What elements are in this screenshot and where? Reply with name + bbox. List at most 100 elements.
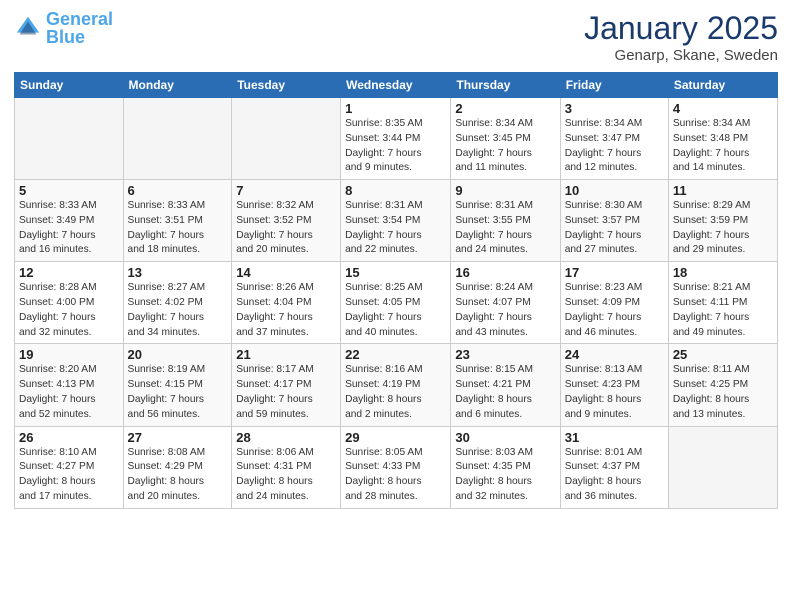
day-info: Sunrise: 8:19 AMSunset: 4:15 PMDaylight:…	[128, 363, 228, 422]
day-info: Sunrise: 8:23 AMSunset: 4:09 PMDaylight:…	[565, 281, 664, 340]
day-cell-4-6: 24Sunrise: 8:13 AMSunset: 4:23 PMDayligh…	[560, 344, 668, 426]
day-info: Sunrise: 8:31 AMSunset: 3:54 PMDaylight:…	[345, 199, 446, 258]
week-row-2: 5Sunrise: 8:33 AMSunset: 3:49 PMDaylight…	[15, 180, 778, 262]
header: General Blue January 2025 Genarp, Skane,…	[14, 10, 778, 64]
day-number: 2	[455, 101, 555, 116]
day-cell-5-6: 31Sunrise: 8:01 AMSunset: 4:37 PMDayligh…	[560, 426, 668, 508]
day-cell-1-7: 4Sunrise: 8:34 AMSunset: 3:48 PMDaylight…	[668, 98, 777, 180]
title-block: January 2025 Genarp, Skane, Sweden	[584, 10, 778, 64]
day-cell-1-6: 3Sunrise: 8:34 AMSunset: 3:47 PMDaylight…	[560, 98, 668, 180]
day-info: Sunrise: 8:15 AMSunset: 4:21 PMDaylight:…	[455, 363, 555, 422]
day-info: Sunrise: 8:34 AMSunset: 3:48 PMDaylight:…	[673, 117, 773, 176]
day-cell-3-4: 15Sunrise: 8:25 AMSunset: 4:05 PMDayligh…	[341, 262, 451, 344]
week-row-3: 12Sunrise: 8:28 AMSunset: 4:00 PMDayligh…	[15, 262, 778, 344]
day-number: 23	[455, 347, 555, 362]
day-info: Sunrise: 8:28 AMSunset: 4:00 PMDaylight:…	[19, 281, 119, 340]
day-number: 10	[565, 183, 664, 198]
day-number: 17	[565, 265, 664, 280]
day-cell-4-7: 25Sunrise: 8:11 AMSunset: 4:25 PMDayligh…	[668, 344, 777, 426]
col-sunday: Sunday	[15, 73, 124, 98]
day-info: Sunrise: 8:31 AMSunset: 3:55 PMDaylight:…	[455, 199, 555, 258]
day-cell-4-2: 20Sunrise: 8:19 AMSunset: 4:15 PMDayligh…	[123, 344, 232, 426]
day-cell-2-3: 7Sunrise: 8:32 AMSunset: 3:52 PMDaylight…	[232, 180, 341, 262]
day-info: Sunrise: 8:10 AMSunset: 4:27 PMDaylight:…	[19, 446, 119, 505]
day-cell-2-5: 9Sunrise: 8:31 AMSunset: 3:55 PMDaylight…	[451, 180, 560, 262]
logo-icon	[14, 14, 42, 42]
day-number: 29	[345, 430, 446, 445]
day-cell-4-3: 21Sunrise: 8:17 AMSunset: 4:17 PMDayligh…	[232, 344, 341, 426]
week-row-1: 1Sunrise: 8:35 AMSunset: 3:44 PMDaylight…	[15, 98, 778, 180]
day-info: Sunrise: 8:08 AMSunset: 4:29 PMDaylight:…	[128, 446, 228, 505]
day-cell-5-2: 27Sunrise: 8:08 AMSunset: 4:29 PMDayligh…	[123, 426, 232, 508]
day-cell-1-1	[15, 98, 124, 180]
day-cell-2-1: 5Sunrise: 8:33 AMSunset: 3:49 PMDaylight…	[15, 180, 124, 262]
day-number: 30	[455, 430, 555, 445]
day-cell-3-1: 12Sunrise: 8:28 AMSunset: 4:00 PMDayligh…	[15, 262, 124, 344]
logo-text: General Blue	[46, 10, 113, 46]
subtitle: Genarp, Skane, Sweden	[584, 47, 778, 64]
day-number: 6	[128, 183, 228, 198]
day-number: 11	[673, 183, 773, 198]
day-info: Sunrise: 8:01 AMSunset: 4:37 PMDaylight:…	[565, 446, 664, 505]
day-cell-4-5: 23Sunrise: 8:15 AMSunset: 4:21 PMDayligh…	[451, 344, 560, 426]
day-info: Sunrise: 8:17 AMSunset: 4:17 PMDaylight:…	[236, 363, 336, 422]
day-number: 3	[565, 101, 664, 116]
col-friday: Friday	[560, 73, 668, 98]
day-number: 26	[19, 430, 119, 445]
day-info: Sunrise: 8:27 AMSunset: 4:02 PMDaylight:…	[128, 281, 228, 340]
day-number: 27	[128, 430, 228, 445]
day-number: 7	[236, 183, 336, 198]
day-number: 18	[673, 265, 773, 280]
day-info: Sunrise: 8:03 AMSunset: 4:35 PMDaylight:…	[455, 446, 555, 505]
day-cell-3-3: 14Sunrise: 8:26 AMSunset: 4:04 PMDayligh…	[232, 262, 341, 344]
day-cell-3-5: 16Sunrise: 8:24 AMSunset: 4:07 PMDayligh…	[451, 262, 560, 344]
day-info: Sunrise: 8:13 AMSunset: 4:23 PMDaylight:…	[565, 363, 664, 422]
day-info: Sunrise: 8:11 AMSunset: 4:25 PMDaylight:…	[673, 363, 773, 422]
day-cell-2-4: 8Sunrise: 8:31 AMSunset: 3:54 PMDaylight…	[341, 180, 451, 262]
day-info: Sunrise: 8:30 AMSunset: 3:57 PMDaylight:…	[565, 199, 664, 258]
day-cell-5-3: 28Sunrise: 8:06 AMSunset: 4:31 PMDayligh…	[232, 426, 341, 508]
day-cell-2-2: 6Sunrise: 8:33 AMSunset: 3:51 PMDaylight…	[123, 180, 232, 262]
day-info: Sunrise: 8:21 AMSunset: 4:11 PMDaylight:…	[673, 281, 773, 340]
day-cell-5-7	[668, 426, 777, 508]
week-row-4: 19Sunrise: 8:20 AMSunset: 4:13 PMDayligh…	[15, 344, 778, 426]
day-number: 24	[565, 347, 664, 362]
day-info: Sunrise: 8:20 AMSunset: 4:13 PMDaylight:…	[19, 363, 119, 422]
day-info: Sunrise: 8:29 AMSunset: 3:59 PMDaylight:…	[673, 199, 773, 258]
day-cell-1-3	[232, 98, 341, 180]
day-cell-1-5: 2Sunrise: 8:34 AMSunset: 3:45 PMDaylight…	[451, 98, 560, 180]
week-row-5: 26Sunrise: 8:10 AMSunset: 4:27 PMDayligh…	[15, 426, 778, 508]
page: General Blue January 2025 Genarp, Skane,…	[0, 0, 792, 612]
day-cell-5-1: 26Sunrise: 8:10 AMSunset: 4:27 PMDayligh…	[15, 426, 124, 508]
calendar-header-row: Sunday Monday Tuesday Wednesday Thursday…	[15, 73, 778, 98]
day-cell-4-4: 22Sunrise: 8:16 AMSunset: 4:19 PMDayligh…	[341, 344, 451, 426]
day-cell-2-7: 11Sunrise: 8:29 AMSunset: 3:59 PMDayligh…	[668, 180, 777, 262]
day-number: 9	[455, 183, 555, 198]
day-number: 12	[19, 265, 119, 280]
day-cell-1-4: 1Sunrise: 8:35 AMSunset: 3:44 PMDaylight…	[341, 98, 451, 180]
col-tuesday: Tuesday	[232, 73, 341, 98]
day-info: Sunrise: 8:33 AMSunset: 3:49 PMDaylight:…	[19, 199, 119, 258]
col-thursday: Thursday	[451, 73, 560, 98]
day-info: Sunrise: 8:26 AMSunset: 4:04 PMDaylight:…	[236, 281, 336, 340]
day-cell-5-4: 29Sunrise: 8:05 AMSunset: 4:33 PMDayligh…	[341, 426, 451, 508]
day-number: 25	[673, 347, 773, 362]
day-number: 19	[19, 347, 119, 362]
day-cell-3-2: 13Sunrise: 8:27 AMSunset: 4:02 PMDayligh…	[123, 262, 232, 344]
day-cell-4-1: 19Sunrise: 8:20 AMSunset: 4:13 PMDayligh…	[15, 344, 124, 426]
day-cell-1-2	[123, 98, 232, 180]
day-number: 13	[128, 265, 228, 280]
day-number: 15	[345, 265, 446, 280]
day-info: Sunrise: 8:33 AMSunset: 3:51 PMDaylight:…	[128, 199, 228, 258]
day-number: 22	[345, 347, 446, 362]
calendar-table: Sunday Monday Tuesday Wednesday Thursday…	[14, 72, 778, 509]
day-info: Sunrise: 8:25 AMSunset: 4:05 PMDaylight:…	[345, 281, 446, 340]
day-number: 14	[236, 265, 336, 280]
day-number: 31	[565, 430, 664, 445]
day-number: 5	[19, 183, 119, 198]
day-number: 20	[128, 347, 228, 362]
logo: General Blue	[14, 10, 113, 46]
day-number: 28	[236, 430, 336, 445]
day-number: 21	[236, 347, 336, 362]
day-info: Sunrise: 8:34 AMSunset: 3:47 PMDaylight:…	[565, 117, 664, 176]
